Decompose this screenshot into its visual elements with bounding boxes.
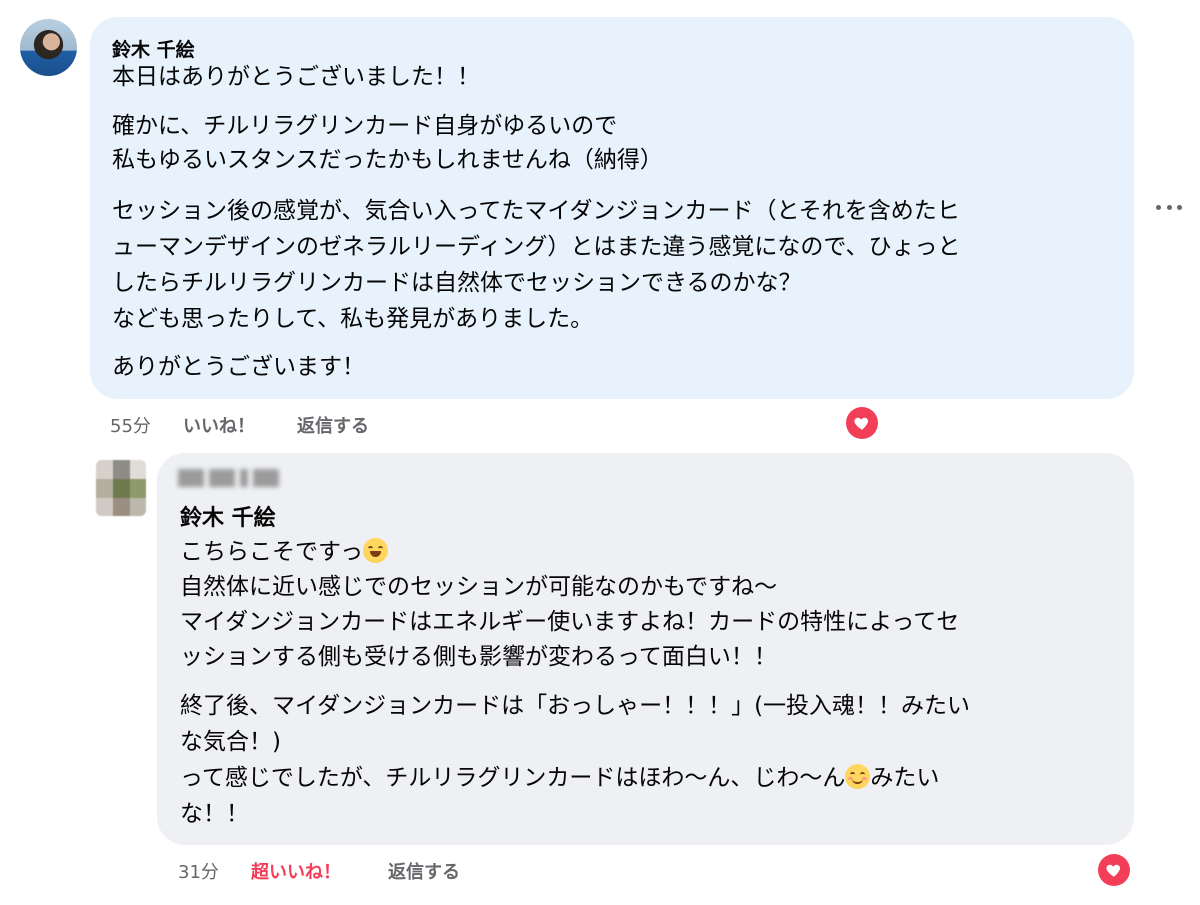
reply-text-line: ッションする側も受ける側も影響が変わるって面白い！！ xyxy=(180,644,777,670)
comment-text-line: したらチルリラグリンカードは自然体でセッションできるのかな？ xyxy=(112,270,802,296)
like-button[interactable]: いいね！ xyxy=(183,412,255,438)
comment-text-line: 私もゆるいスタンスだったかもしれませんね（納得） xyxy=(112,147,663,173)
redacted-name xyxy=(178,468,280,488)
reply-text-line: って感じでしたが、チルリラグリンカードはほわ〜ん、じわ〜ん みたい xyxy=(180,764,940,791)
more-options-icon[interactable] xyxy=(1156,200,1182,214)
comment-text-line: ューマンデザインのゼネラルリーディング）とはまた違う感覚になので、ひょっと xyxy=(112,234,961,260)
reply-button[interactable]: 返信する xyxy=(388,858,460,884)
comment-text-line: なども思ったりして、私も発見がありました。 xyxy=(112,306,594,332)
reply-text-line: 終了後、マイダンジョンカードは「おっしゃー！！！」(一投入魂！！みたい xyxy=(180,693,971,719)
reply-text-line: 自然体に近い感じでのセッションが可能なのかもですね〜 xyxy=(180,574,778,600)
reply-text-line: マイダンジョンカードはエネルギー使いますよね！カードの特性によってセ xyxy=(180,609,960,635)
love-reaction-icon[interactable] xyxy=(1098,854,1130,886)
commenter-avatar[interactable] xyxy=(20,19,77,76)
relieved-face-icon xyxy=(845,764,871,789)
love-button[interactable]: 超いいね！ xyxy=(251,858,341,884)
reply-text-line: こちらこそですっ xyxy=(180,537,389,567)
reply-text-line: な！！ xyxy=(180,801,249,827)
grinning-squinting-face-icon xyxy=(363,538,389,563)
comment-text-line: ありがとうございます！ xyxy=(112,354,365,380)
reply-timestamp[interactable]: 31分 xyxy=(178,858,219,884)
comment-timestamp[interactable]: 55分 xyxy=(110,412,151,438)
comment-text-line: 確かに、チルリラグリンカード自身がゆるいので xyxy=(112,113,618,139)
comment-text-line: 本日はありがとうございました！！ xyxy=(112,64,480,90)
reply-text-line: な気合！) xyxy=(180,729,281,755)
comment-author[interactable]: 鈴木 千絵 xyxy=(112,35,195,62)
comment-text-line: セッション後の感覚が、気合い入ってたマイダンジョンカード（とそれを含めたヒ xyxy=(112,198,960,224)
reply-author-mention[interactable]: 鈴木 千絵 xyxy=(180,500,276,532)
love-reaction-icon[interactable] xyxy=(846,407,878,439)
reply-avatar[interactable] xyxy=(96,460,146,516)
reply-button[interactable]: 返信する xyxy=(297,412,369,438)
